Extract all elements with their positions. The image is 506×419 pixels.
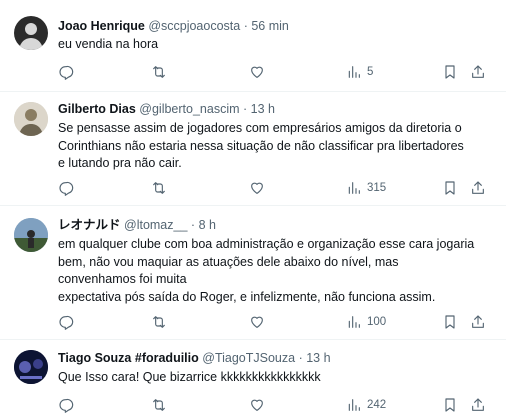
separator: · [190,218,196,232]
timestamp[interactable]: 13 h [306,351,330,365]
timeline-feed: Joao Henrique @sccpjoaocosta · 56 min eu… [0,0,506,419]
heart-icon [251,66,263,78]
tweet-text: em qualquer clube com boa administração … [58,236,492,306]
timestamp[interactable]: 56 min [251,19,289,33]
display-name[interactable]: レオナルド [58,218,121,232]
retweet-icon [153,316,165,328]
retweet-icon [153,66,165,78]
retweet-button[interactable] [151,395,167,415]
tweet-text-line: expectativa pós saída do Roger, e infeli… [58,289,436,304]
tweet-text-line: em qualquer clube com boa administração … [58,237,475,251]
user-handle[interactable]: @TiagoTJSouza [202,351,295,365]
heart-icon [251,399,263,411]
separator: · [243,19,248,33]
share-icon [472,181,484,194]
tweet-text: Que Isso cara! Que bizarrice kkkkkkkkkkk… [58,369,492,387]
bookmark-icon [445,65,455,79]
tweet-text-line: Que Isso cara! Que bizarrice kkkkkkkkkkk… [58,370,321,384]
tweet-text-line: e lutando pra não cair. [58,156,182,170]
tweet[interactable]: Gilberto Dias @gilberto_nascim · 13 h Se… [0,92,506,206]
display-name[interactable]: Joao Henrique [58,19,145,33]
share-button[interactable] [470,62,486,82]
like-button[interactable] [249,178,265,198]
tweet-header: Gilberto Dias @gilberto_nascim · 13 h [58,101,275,117]
reply-button[interactable] [58,62,74,82]
views-count: 5 [367,66,374,78]
separator: · [243,102,248,116]
bookmark-button[interactable] [442,395,458,415]
views-count: 315 [367,182,387,194]
reply-icon [59,315,74,330]
avatar[interactable] [14,218,48,252]
tweet-header: Tiago Souza #foraduilio @TiagoTJSouza · … [58,350,331,366]
like-button[interactable] [249,395,265,415]
user-handle[interactable]: @ltomaz__ [124,218,187,232]
views-icon [348,66,360,78]
views-button[interactable]: 100 [346,312,386,332]
tweet[interactable]: レオナルド @ltomaz__ · 8 h em qualquer clube … [0,206,506,340]
timestamp[interactable]: 8 h [199,218,216,232]
like-button[interactable] [249,312,265,332]
heart-icon [251,182,263,194]
tweet-text-line: convenhamos foi muita [58,272,187,286]
tweet[interactable]: Tiago Souza #foraduilio @TiagoTJSouza · … [0,340,506,419]
tweet-header: Joao Henrique @sccpjoaocosta · 56 min [58,18,289,34]
bookmark-button[interactable] [442,62,458,82]
views-count: 242 [367,399,387,411]
share-button[interactable] [470,312,486,332]
timestamp[interactable]: 13 h [251,102,275,116]
tweet-text: eu vendia na hora [58,36,492,54]
reply-icon [59,181,74,196]
user-handle[interactable]: @gilberto_nascim [139,102,239,116]
tweet-text: Se pensasse assim de jogadores com empre… [58,120,492,173]
views-icon [348,399,360,411]
views-button[interactable]: 242 [346,395,386,415]
retweet-button[interactable] [151,62,167,82]
display-name[interactable]: Gilberto Dias [58,102,136,116]
reply-icon [59,398,74,413]
tweet-actions: 5 [58,62,492,82]
views-icon [348,316,360,328]
views-button[interactable]: 5 [346,62,373,82]
bookmark-button[interactable] [442,312,458,332]
tweet-header: レオナルド @ltomaz__ · 8 h [58,217,216,233]
share-icon [472,65,484,78]
retweet-icon [153,182,165,194]
reply-icon [59,65,74,80]
user-handle[interactable]: @sccpjoaocosta [148,19,240,33]
share-button[interactable] [470,178,486,198]
share-icon [472,315,484,328]
reply-button[interactable] [58,312,74,332]
like-button[interactable] [249,62,265,82]
reply-button[interactable] [58,395,74,415]
reply-button[interactable] [58,178,74,198]
views-count: 100 [367,316,387,328]
retweet-button[interactable] [151,178,167,198]
tweet[interactable]: Joao Henrique @sccpjoaocosta · 56 min eu… [0,0,506,92]
tweet-actions: 242 [58,395,492,415]
retweet-icon [153,399,165,411]
separator: · [298,351,303,365]
display-name[interactable]: Tiago Souza #foraduilio [58,351,199,365]
avatar[interactable] [14,350,48,384]
share-button[interactable] [470,395,486,415]
avatar[interactable] [14,102,48,136]
tweet-actions: 315 [58,178,492,198]
avatar[interactable] [14,16,48,50]
share-icon [472,398,484,411]
bookmark-icon [445,398,455,412]
tweet-text-line: Corinthians não estaria nessa situação d… [58,138,464,153]
tweet-text-line: eu vendia na hora [58,37,159,51]
bookmark-icon [445,181,455,195]
views-icon [348,182,360,194]
heart-icon [251,316,263,328]
tweet-text-line: bem, não vou maquiar as atuações dele ab… [58,254,399,269]
views-button[interactable]: 315 [346,178,386,198]
tweet-actions: 100 [58,312,492,332]
tweet-text-line: Se pensasse assim de jogadores com empre… [58,121,462,135]
bookmark-icon [445,315,455,329]
retweet-button[interactable] [151,312,167,332]
bookmark-button[interactable] [442,178,458,198]
